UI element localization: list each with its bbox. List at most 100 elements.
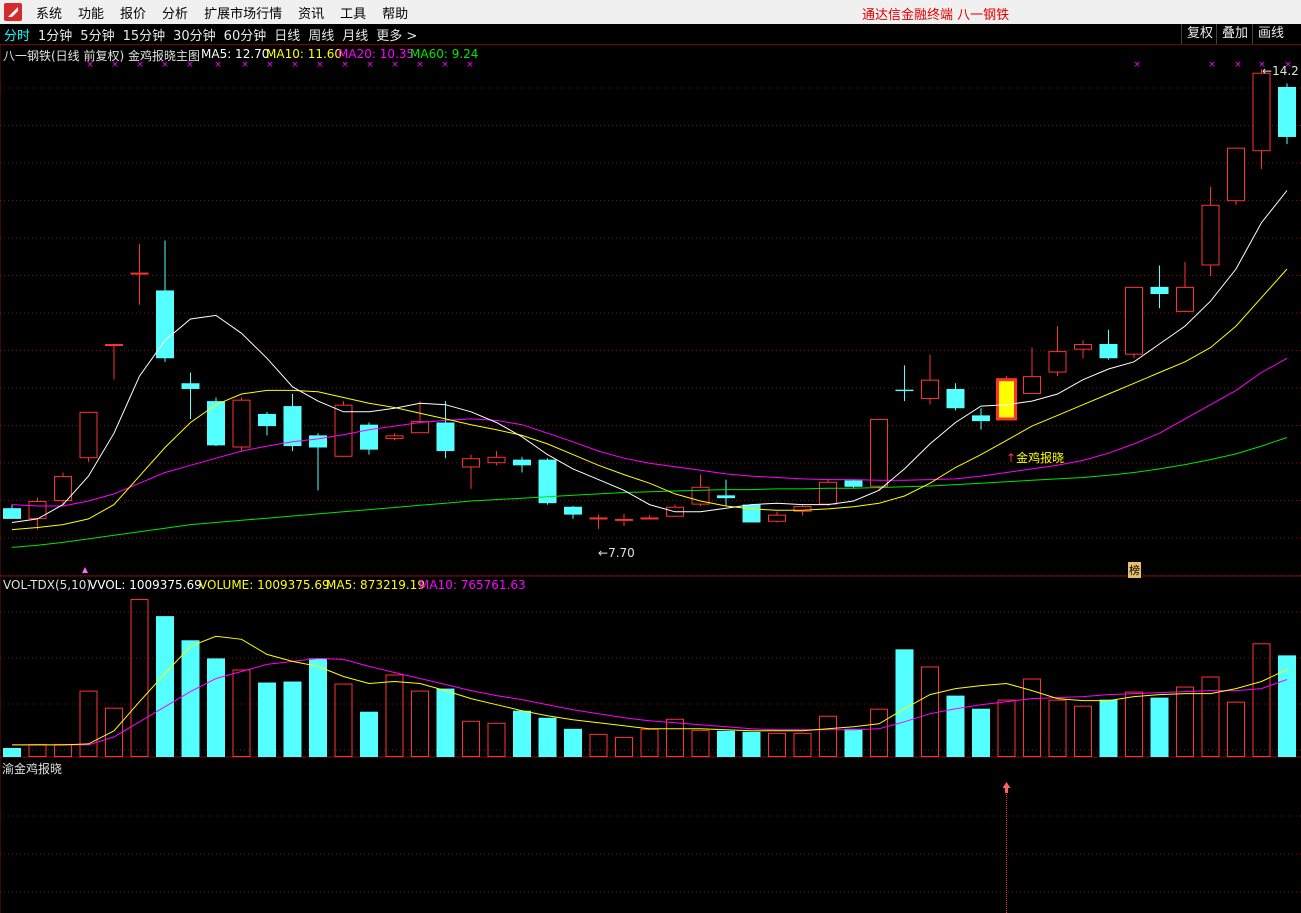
- candle-body-up: [1227, 147, 1245, 202]
- volume-bar-down: [3, 747, 21, 757]
- candle-body-down: [972, 415, 990, 422]
- volume-bar-down: [895, 649, 914, 757]
- candle-body-up: [768, 514, 786, 522]
- chart-grid: [0, 44, 1301, 913]
- candlesticks: [3, 69, 1296, 530]
- volume-bar-down: [844, 728, 863, 757]
- volume-bar-down: [1099, 699, 1118, 757]
- candle-body-up: [487, 456, 506, 464]
- candle-body-down: [1150, 286, 1169, 295]
- ma5-label: MA5: 12.70: [201, 47, 270, 61]
- rank-tag[interactable]: 榜: [1128, 562, 1141, 578]
- volume-bar-up: [691, 729, 710, 757]
- low-price-value: 7.70: [608, 546, 635, 560]
- ma5-line: [11, 190, 1288, 523]
- cross-marker: ×: [1234, 60, 1242, 70]
- volume-bar-down: [1150, 697, 1169, 757]
- signal-candle-body: [996, 378, 1017, 421]
- volume-bar-up: [334, 683, 353, 758]
- candle-body-down: [564, 506, 582, 515]
- candle-body-up: [79, 411, 98, 459]
- volume-bar-up: [462, 720, 480, 758]
- kline-chart[interactable]: × × × × × × × × × × × × × × × × × × × × ×: [0, 0, 1301, 913]
- candle-body-up: [1252, 72, 1271, 152]
- bottom-arrow-icon: [82, 567, 88, 573]
- candle-body-up: [1125, 286, 1143, 355]
- golden-rooster-signal-text: 金鸡报晓: [1016, 451, 1065, 465]
- cross-marker: ×: [416, 60, 424, 70]
- vol-ma5-label: MA5: 873219.19: [326, 578, 425, 592]
- volume-bar-down: [513, 710, 531, 757]
- candle-body-down: [742, 504, 761, 523]
- volume-bar-up: [997, 699, 1016, 757]
- candle-body-up: [130, 272, 149, 275]
- cross-marker: ×: [316, 60, 324, 70]
- candle-body-up: [54, 476, 72, 502]
- candle-body-up: [819, 481, 837, 505]
- volume-bar-down: [207, 658, 225, 757]
- candle-body-down: [1099, 343, 1118, 359]
- volume-bar-up: [768, 732, 786, 757]
- volume-bar-up: [1074, 705, 1092, 758]
- cross-marker: ×: [466, 60, 474, 70]
- candle-body-down: [207, 401, 225, 446]
- candle-body-up: [1201, 204, 1220, 266]
- candle-body-down: [1278, 86, 1296, 137]
- candle-body-up: [385, 435, 404, 439]
- candle-body-up: [640, 517, 659, 520]
- golden-rooster-signal-label: ↑金鸡报晓: [1006, 449, 1064, 466]
- candle-body-up: [589, 517, 608, 520]
- cross-marker: ×: [391, 60, 399, 70]
- volume-bar-up: [640, 728, 659, 758]
- cross-marker: ×: [241, 60, 249, 70]
- candle-body-down: [895, 389, 914, 392]
- candle-body-up: [870, 418, 888, 487]
- cross-marker: ×: [266, 60, 274, 70]
- cross-marker: ×: [1208, 60, 1216, 70]
- volume-bar-up: [28, 743, 47, 758]
- signal-arrow-icon: ↑: [1006, 451, 1017, 465]
- volume-bar-up: [105, 707, 123, 757]
- ma20-line: [11, 357, 1288, 507]
- volume-bar-down: [283, 681, 302, 757]
- cross-marker: ×: [291, 60, 299, 70]
- volume-bar-up: [1048, 699, 1067, 757]
- volume-bar-up: [1201, 676, 1220, 757]
- volume-bar-up: [79, 690, 98, 758]
- ma10-line: [11, 268, 1288, 531]
- cross-marker: ×: [341, 60, 349, 70]
- volume-bar-up: [411, 690, 429, 758]
- ma60-line: [11, 437, 1288, 548]
- volume-bar-up: [1125, 691, 1143, 757]
- volume-bar-down: [309, 658, 327, 757]
- volume-bar-up: [666, 718, 684, 758]
- volume-bar-down: [258, 682, 276, 757]
- volume-bar-up: [1227, 701, 1245, 757]
- candle-body-up: [462, 458, 480, 468]
- volume-bar-up: [487, 722, 506, 757]
- candle-body-down: [513, 459, 531, 466]
- volume-bar-up: [1252, 643, 1271, 758]
- volume-bar-down: [946, 695, 965, 757]
- ma10-label: MA10: 11.60: [266, 47, 343, 61]
- candle-body-down: [844, 480, 863, 487]
- volume-bar-down: [156, 616, 174, 757]
- candle-body-up: [1023, 376, 1041, 394]
- candle-body-up: [921, 379, 939, 399]
- candle-body-down: [946, 388, 965, 409]
- volume-bars: [3, 599, 1296, 758]
- volume-bar-down: [742, 731, 761, 757]
- volume-bar-up: [615, 736, 633, 757]
- candle-body-down: [717, 495, 735, 499]
- ma60-label: MA60: 9.24: [410, 47, 479, 61]
- volume-panel-title: VOL-TDX(5,10): [3, 578, 92, 592]
- high-price-marker: ←14.2: [1262, 64, 1299, 78]
- ma-lines: [11, 190, 1288, 746]
- cross-marker: ×: [214, 60, 222, 70]
- cross-marker: ×: [441, 60, 449, 70]
- cross-marker: ×: [366, 60, 374, 70]
- volume-bar-down: [360, 711, 378, 757]
- candle-body-up: [105, 343, 123, 346]
- candle-body-up: [334, 404, 353, 457]
- candle-body-up: [1048, 351, 1067, 373]
